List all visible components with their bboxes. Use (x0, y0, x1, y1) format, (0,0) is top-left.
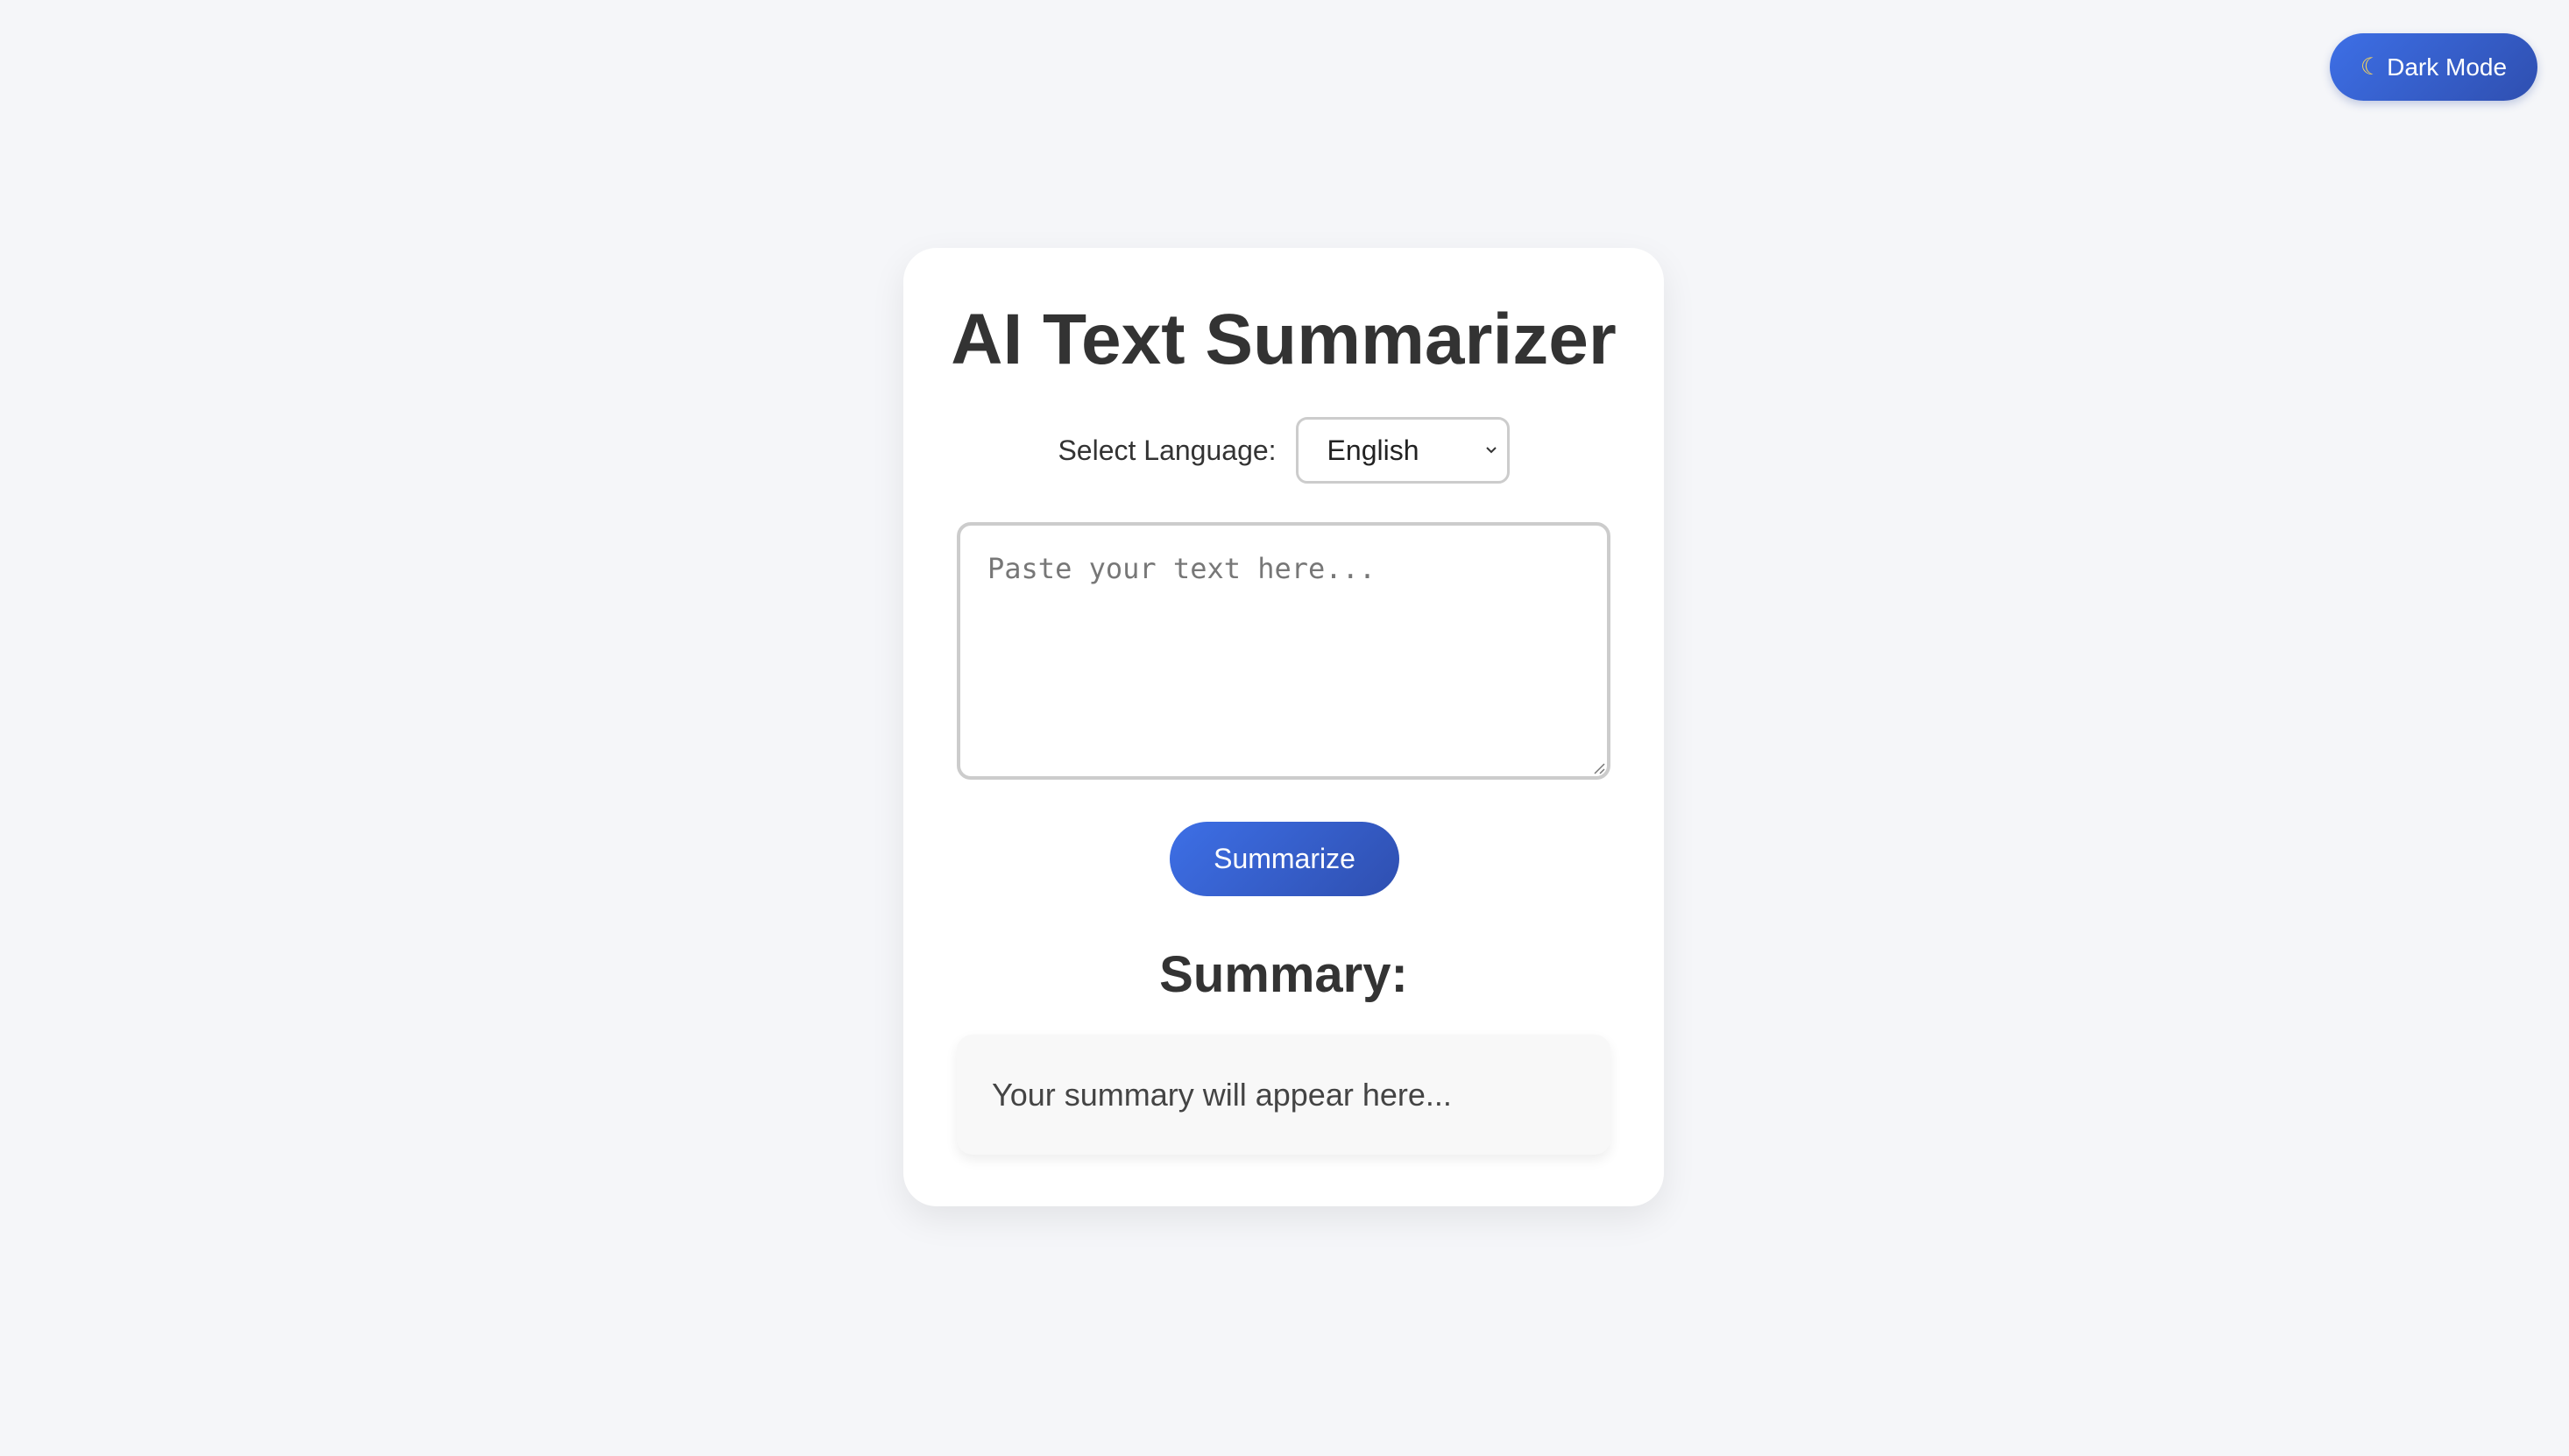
language-selected-value: English (1327, 434, 1419, 466)
summarizer-card: AI Text Summarizer Select Language: Engl… (903, 248, 1664, 1206)
text-input-area[interactable]: Paste your text here... (957, 522, 1610, 780)
language-select[interactable]: English (1295, 417, 1510, 484)
summary-heading: Summary: (1159, 946, 1408, 1003)
text-input-placeholder: Paste your text here... (987, 552, 1377, 585)
summary-text: Your summary will appear here... (992, 1076, 1452, 1113)
dark-mode-toggle-button[interactable]: ☾ Dark Mode (2330, 33, 2537, 101)
dark-mode-label: Dark Mode (2387, 53, 2508, 81)
summarize-button[interactable]: Summarize (1170, 822, 1399, 896)
chevron-down-icon (1485, 447, 1497, 454)
resize-grip-icon[interactable] (1591, 760, 1605, 774)
moon-icon: ☾ (2360, 53, 2382, 81)
language-row: Select Language: English (903, 416, 1664, 484)
language-label: Select Language: (1058, 434, 1277, 466)
page: ☾ Dark Mode AI Text Summarizer Select La… (0, 0, 2569, 1456)
page-title: AI Text Summarizer (951, 300, 1617, 379)
summary-output: Your summary will appear here... (957, 1035, 1610, 1155)
